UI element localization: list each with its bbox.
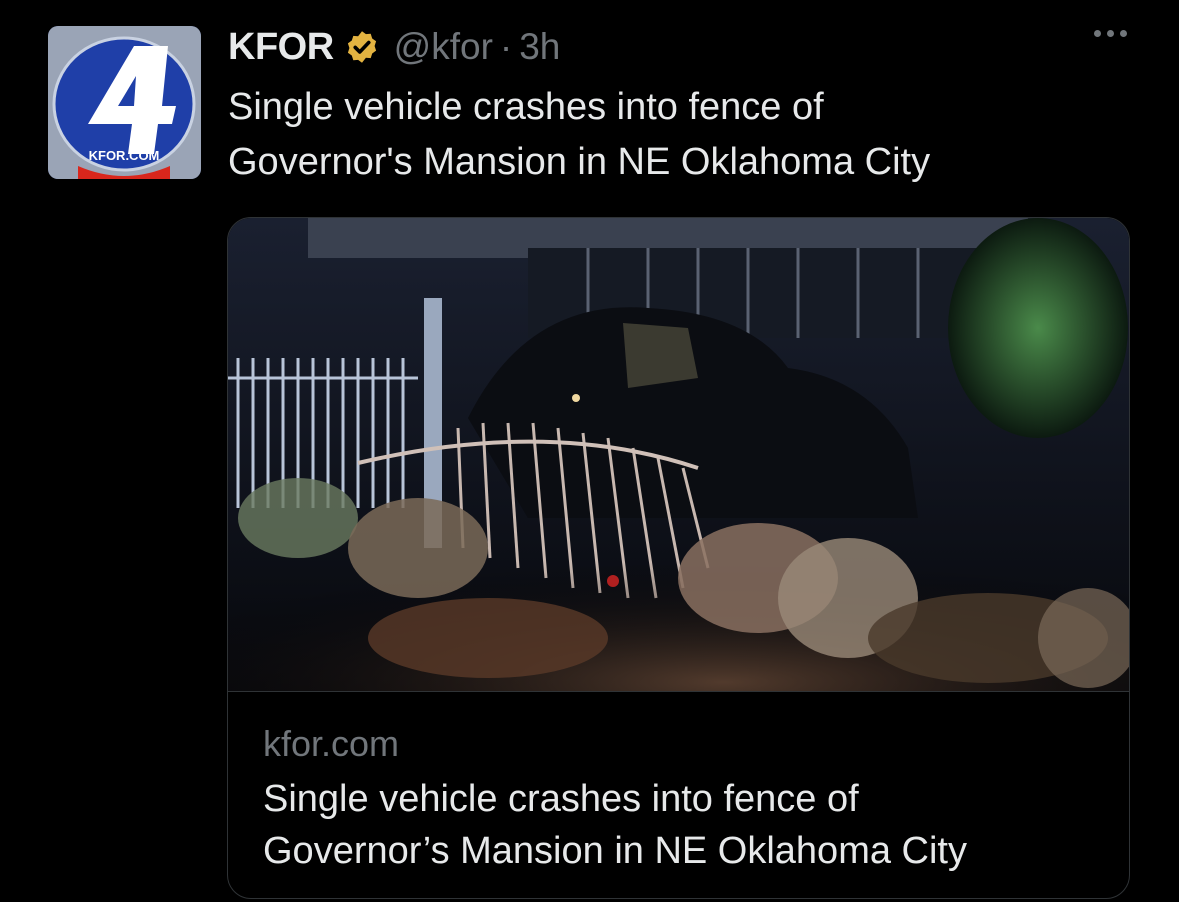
more-dot <box>1094 30 1101 37</box>
card-divider <box>228 691 1129 692</box>
tweet-header: KFOR @kfor · 3h <box>228 22 560 72</box>
tweet-text: Single vehicle crashes into fence of Gov… <box>228 80 1108 190</box>
more-dot <box>1120 30 1127 37</box>
kfor-logo-icon: KFOR.COM <box>48 26 201 179</box>
card-title-line: Single vehicle crashes into fence of <box>263 778 859 820</box>
tweet-text-line: Single vehicle crashes into fence of <box>228 86 824 128</box>
more-dot <box>1107 30 1114 37</box>
verified-badge-icon <box>347 31 376 63</box>
card-domain[interactable]: kfor.com <box>263 723 399 765</box>
crash-photo <box>228 218 1129 691</box>
link-card[interactable]: kfor.com Single vehicle crashes into fen… <box>227 217 1130 899</box>
handle[interactable]: @kfor <box>394 26 493 68</box>
tweet[interactable]: KFOR.COM KFOR @kfor · 3h Single vehicle … <box>0 0 1179 902</box>
separator-dot: · <box>499 26 513 67</box>
more-options-icon[interactable] <box>1094 30 1127 37</box>
card-title[interactable]: Single vehicle crashes into fence of Gov… <box>263 773 1113 877</box>
timestamp[interactable]: 3h <box>519 26 560 68</box>
card-image[interactable] <box>228 218 1129 691</box>
avatar[interactable]: KFOR.COM <box>48 26 201 179</box>
tweet-text-line: Governor's Mansion in NE Oklahoma City <box>228 141 931 183</box>
card-title-line: Governor’s Mansion in NE Oklahoma City <box>263 830 967 872</box>
avatar-brand-text: KFOR.COM <box>89 148 160 163</box>
display-name[interactable]: KFOR <box>228 26 334 69</box>
